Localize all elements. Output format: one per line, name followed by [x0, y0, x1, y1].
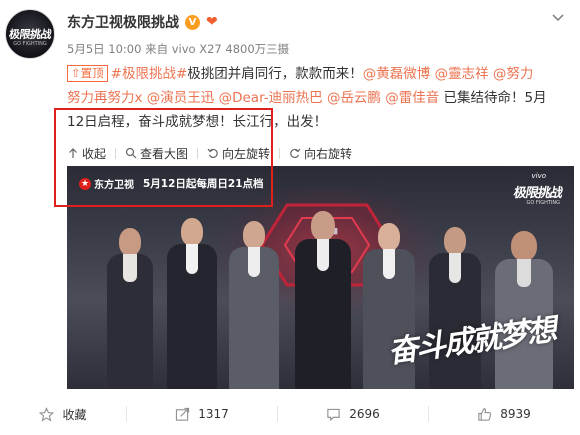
channel-logo: ★ 东方卫视: [79, 176, 134, 191]
comment-count: 2696: [349, 407, 380, 421]
username-link[interactable]: 东方卫视极限挑战: [67, 12, 179, 32]
thumbs-up-icon: [478, 407, 492, 421]
avatar-logo-text: 极限挑战: [8, 28, 52, 41]
mention-link[interactable]: 努力再努力x: [67, 90, 143, 106]
show-logo-sub: GO FIGHTING: [526, 200, 560, 206]
cast-member: [107, 228, 153, 389]
share-button[interactable]: 1317: [127, 406, 277, 422]
mention-link[interactable]: @Dear-迪丽热巴: [219, 90, 323, 106]
post-image[interactable]: 5 ★ 东方卫视 5月12日起每周日21点档 vivo 极限挑战 GO FIGH…: [67, 166, 574, 389]
mention-link[interactable]: @努力: [493, 66, 534, 82]
mention-link[interactable]: @黄磊微博: [363, 66, 431, 82]
channel-name: 东方卫视: [94, 180, 134, 191]
collapse-label: 收起: [82, 146, 107, 161]
hashtag-link[interactable]: #极限挑战#: [111, 66, 188, 82]
verified-badge-icon[interactable]: V: [185, 14, 200, 30]
post-text-line-3: 12日启程，奋斗成就梦想！长江行，出发！: [67, 114, 328, 130]
pinned-badge: ⇧置顶: [67, 65, 108, 82]
star-icon: ★: [79, 177, 91, 190]
image-toolbar: 收起 查看大图 向左旋转 向右旋转: [67, 142, 352, 164]
comment-icon: [327, 408, 340, 421]
post-text: 极挑团并肩同行，款款而来！: [187, 66, 363, 82]
cast-member: [295, 211, 351, 389]
divider: [197, 147, 199, 159]
mention-link[interactable]: @演员王迅: [147, 90, 215, 106]
cast-member: [229, 221, 279, 389]
pinned-icon: ⇧: [71, 66, 81, 80]
pinned-label: 置顶: [80, 66, 104, 80]
avatar-sub-text: GO FIGHTING: [13, 41, 47, 47]
mention-link[interactable]: @岳云鹏: [327, 90, 381, 106]
collapse-icon: [69, 148, 77, 158]
magnifier-icon: [125, 147, 137, 159]
like-button[interactable]: 8939: [429, 406, 579, 422]
avatar[interactable]: 极限挑战 GO FIGHTING: [5, 9, 55, 59]
post-text-line-1: ⇧置顶 #极限挑战#极挑团并肩同行，款款而来！@黄磊微博 @靈志祥 @努力: [67, 62, 573, 86]
view-large-label: 查看大图: [140, 146, 189, 161]
post-text: 已集结待命！5月: [439, 90, 547, 106]
favorite-button[interactable]: 收藏: [0, 406, 126, 422]
cast-member: [167, 218, 217, 389]
sponsor-logo: vivo: [531, 172, 546, 180]
chevron-down-icon[interactable]: [548, 8, 568, 28]
rotate-right-label: 向右旋转: [304, 146, 353, 161]
rotate-left-label: 向左旋转: [222, 146, 271, 161]
favorite-label: 收藏: [62, 407, 87, 422]
share-icon: [176, 407, 190, 421]
airtime-text: 5月12日起每周日21点档: [143, 178, 264, 190]
divider: [279, 147, 281, 159]
comment-button[interactable]: 2696: [278, 406, 428, 422]
post-footer: 收藏 1317 2696 8939: [0, 400, 580, 428]
post-meta[interactable]: 5月5日 10:00 来自 vivo X27 4800万三摄: [67, 41, 289, 57]
like-count: 8939: [500, 407, 531, 421]
rotate-right-icon: [290, 148, 301, 159]
name-row: 东方卫视极限挑战 V ❤: [67, 11, 218, 33]
weibo-post-card: 极限挑战 GO FIGHTING 东方卫视极限挑战 V ❤ 5月5日 10:00…: [0, 0, 580, 435]
rotate-left-icon: [207, 148, 218, 159]
share-count: 1317: [198, 407, 229, 421]
view-large-button[interactable]: 查看大图: [125, 145, 188, 162]
collapse-button[interactable]: 收起: [67, 145, 106, 162]
divider: [115, 147, 117, 159]
rotate-left-button[interactable]: 向左旋转: [207, 145, 270, 162]
mention-link[interactable]: @靈志祥: [435, 66, 489, 82]
star-outline-icon: [39, 406, 55, 421]
post-text-line-2: 努力再努力x @演员王迅 @Dear-迪丽热巴 @岳云鹏 @雷佳音 已集结待命！…: [67, 86, 573, 110]
show-logo: 极限挑战: [512, 186, 563, 201]
mention-link[interactable]: @雷佳音: [385, 90, 439, 106]
rotate-right-button[interactable]: 向右旋转: [289, 145, 352, 162]
heart-level-icon[interactable]: ❤: [206, 14, 218, 30]
